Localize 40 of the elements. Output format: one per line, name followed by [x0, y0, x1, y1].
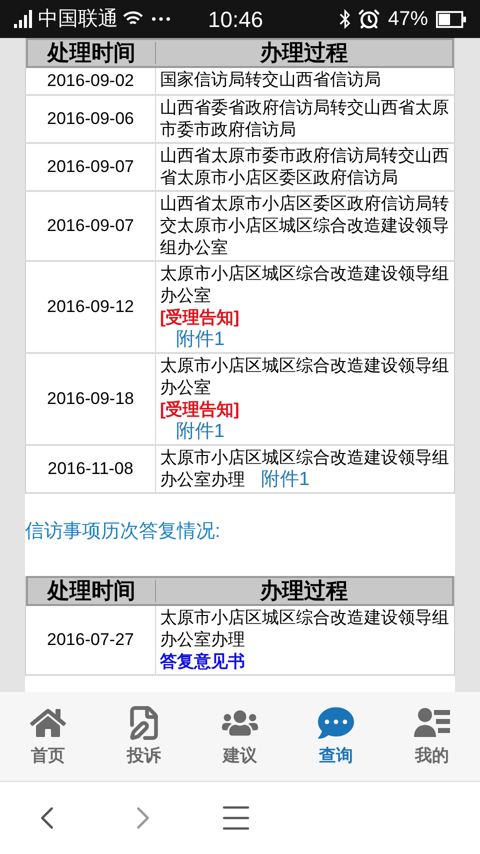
- tab-item[interactable]: 投诉: [96, 692, 192, 781]
- date-cell-text: 2016-09-12: [47, 296, 134, 318]
- carrier-name: 中国联通: [38, 7, 118, 32]
- column-header: 办理过程: [258, 580, 349, 602]
- process-text: 国家信访局转交山西省信访局: [160, 69, 382, 91]
- process-text: 太原市小店区城区综合改造建设领导组办公室: [160, 262, 450, 306]
- process-text: 山西省太原市委市政府信访局转交山西省太原市小店区委区政府信访局: [160, 144, 450, 188]
- process-text: 太原市小店区城区综合改造建设领导组办公室办理 附件1: [160, 446, 450, 490]
- process-text: 山西省太原市小店区委区政府信访局转交太原市小店区城区综合改造建设领导组办公室: [160, 192, 450, 258]
- date-cell-text: 2016-09-06: [47, 108, 134, 130]
- battery-icon: [436, 10, 466, 28]
- process-text: 太原市小店区城区综合改造建设领导组办公室办理: [160, 607, 450, 651]
- date-cell-text: 2016-07-27: [47, 629, 134, 652]
- date-cell-text: 2016-09-18: [47, 388, 134, 410]
- tab-item[interactable]: 我的: [384, 692, 480, 781]
- date-cell-text: 2016-11-08: [48, 458, 134, 480]
- column-header: 处理时间: [28, 580, 156, 602]
- notice-link[interactable]: [受理告知]: [160, 306, 240, 328]
- attachment-link[interactable]: 附件1: [176, 420, 225, 442]
- date-cell-text: 2016-09-07: [47, 214, 134, 237]
- attachment-link[interactable]: 附件1: [176, 328, 225, 350]
- tab-item[interactable]: 首页: [0, 692, 96, 781]
- chat-icon: [318, 704, 354, 741]
- signal-icon: [14, 10, 34, 28]
- date-cell-text: 2016-09-07: [47, 156, 134, 178]
- process-text: 太原市小店区城区综合改造建设领导组办公室: [160, 354, 450, 398]
- tab-item[interactable]: 建议: [192, 692, 288, 781]
- date-cell-text: 2016-09-02: [47, 70, 134, 92]
- tab-item[interactable]: 查询: [288, 692, 384, 781]
- column-header: 办理过程: [258, 42, 349, 64]
- reply-document-link[interactable]: 答复意见书: [160, 651, 245, 673]
- attachment-link[interactable]: 附件1: [261, 468, 310, 490]
- notice-link[interactable]: [受理告知]: [160, 398, 240, 420]
- process-text: 山西省委省政府信访局转交山西省太原市委市政府信访局: [160, 96, 450, 140]
- section-heading: 信访事项历次答复情况:: [25, 520, 220, 544]
- clock-time: 10:46: [208, 6, 264, 34]
- battery-percent: 47%: [388, 7, 428, 32]
- more-dots-icon: [152, 17, 170, 21]
- alarm-icon: [358, 8, 380, 30]
- column-header: 处理时间: [28, 42, 156, 64]
